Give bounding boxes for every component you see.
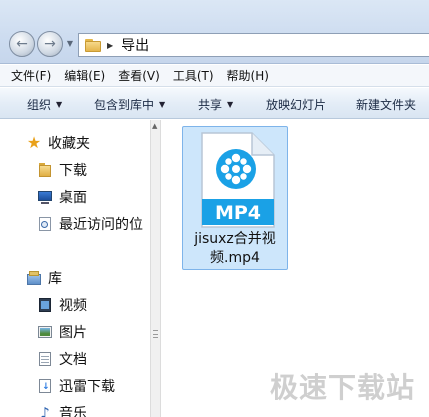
nav-item-music[interactable]: ♪ 音乐 (37, 401, 87, 417)
organize-button[interactable]: 组织 ▼ (27, 96, 62, 113)
nav-item-thunder-downloads[interactable]: ↓ 迅雷下载 (37, 374, 115, 398)
menu-help[interactable]: 帮助(H) (227, 67, 269, 84)
thunder-download-library-icon: ↓ (37, 378, 53, 394)
address-bar[interactable]: ▶ 导出 (78, 33, 429, 57)
star-icon: ★ (26, 133, 42, 152)
nav-item-label: 视频 (59, 298, 87, 314)
command-bar: 组织 ▼ 包含到库中 ▼ 共享 ▼ 放映幻灯片 新建文件夹 (0, 88, 429, 119)
menu-file[interactable]: 文件(F) (11, 67, 51, 84)
menu-tools[interactable]: 工具(T) (173, 67, 214, 84)
chevron-down-icon: ▼ (159, 100, 166, 109)
file-type-badge: MP4 (215, 202, 261, 224)
scroll-up-arrow-icon[interactable]: ▲ (152, 122, 157, 130)
menu-bar: 文件(F) 编辑(E) 查看(V) 工具(T) 帮助(H) (0, 65, 429, 87)
document-library-icon (37, 351, 53, 367)
menu-edit[interactable]: 编辑(E) (64, 67, 105, 84)
library-icon (26, 270, 42, 286)
chevron-down-icon: ▼ (227, 100, 234, 109)
folder-icon (85, 38, 101, 52)
back-button[interactable]: ← (9, 31, 35, 57)
chevron-down-icon: ▼ (56, 100, 63, 109)
nav-item-libraries[interactable]: 库 (26, 266, 62, 290)
forward-button[interactable]: → (37, 31, 63, 57)
nav-item-label: 图片 (59, 325, 87, 341)
forward-arrow-icon: → (44, 36, 56, 52)
navigation-pane-scrollbar[interactable]: ▲ (150, 120, 161, 417)
share-label: 共享 (198, 98, 223, 112)
navigation-pane: ★ 收藏夹 下载 桌面 最近访问的位 库 视频 图片 文档 ↓ 迅雷下载 ♪ 音… (0, 120, 150, 417)
nav-item-label: 最近访问的位 (59, 217, 143, 233)
picture-library-icon (37, 324, 53, 340)
back-arrow-icon: ← (16, 36, 28, 52)
address-toolbar: ← → ▼ ▶ 导出 (0, 0, 429, 64)
nav-item-desktop[interactable]: 桌面 (37, 185, 87, 209)
nav-item-label: 库 (48, 271, 62, 287)
include-in-library-button[interactable]: 包含到库中 ▼ (94, 96, 165, 113)
watermark-logo: 极速下载站 (269, 371, 415, 404)
recent-pages-chevron-icon[interactable]: ▼ (65, 39, 75, 49)
menu-view[interactable]: 查看(V) (118, 67, 160, 84)
include-in-library-label: 包含到库中 (94, 98, 155, 112)
video-library-icon (37, 297, 53, 313)
slideshow-button[interactable]: 放映幻灯片 (266, 96, 326, 113)
nav-item-documents[interactable]: 文档 (37, 347, 87, 371)
nav-item-label: 音乐 (59, 406, 87, 417)
music-note-icon: ♪ (40, 404, 50, 417)
organize-label: 组织 (27, 98, 52, 112)
nav-item-label: 下载 (59, 163, 87, 179)
share-button[interactable]: 共享 ▼ (198, 96, 233, 113)
nav-item-label: 桌面 (59, 190, 87, 206)
nav-item-favorites[interactable]: ★ 收藏夹 (26, 131, 90, 155)
file-item-mp4[interactable]: MP4 jisuxz合并视频.mp4 (182, 126, 288, 270)
nav-item-videos[interactable]: 视频 (37, 293, 87, 317)
new-folder-button[interactable]: 新建文件夹 (356, 96, 416, 113)
slideshow-label: 放映幻灯片 (266, 98, 327, 112)
nav-item-downloads[interactable]: 下载 (37, 158, 87, 182)
new-folder-label: 新建文件夹 (356, 98, 417, 112)
file-name-label: jisuxz合并视频.mp4 (194, 231, 276, 266)
nav-item-label: 收藏夹 (48, 136, 90, 152)
nav-item-recent-places[interactable]: 最近访问的位 (37, 212, 150, 236)
scrollbar-grip-icon[interactable] (153, 330, 158, 338)
folder-icon (37, 162, 53, 178)
nav-item-label: 文档 (59, 352, 87, 368)
recent-places-icon (37, 216, 53, 232)
mp4-file-icon: MP4 (201, 132, 275, 228)
desktop-icon (37, 189, 53, 205)
breadcrumb-arrow-icon[interactable]: ▶ (107, 41, 113, 50)
breadcrumb-current-folder[interactable]: 导出 (121, 35, 149, 55)
nav-item-label: 迅雷下载 (59, 379, 115, 395)
nav-item-pictures[interactable]: 图片 (37, 320, 87, 344)
